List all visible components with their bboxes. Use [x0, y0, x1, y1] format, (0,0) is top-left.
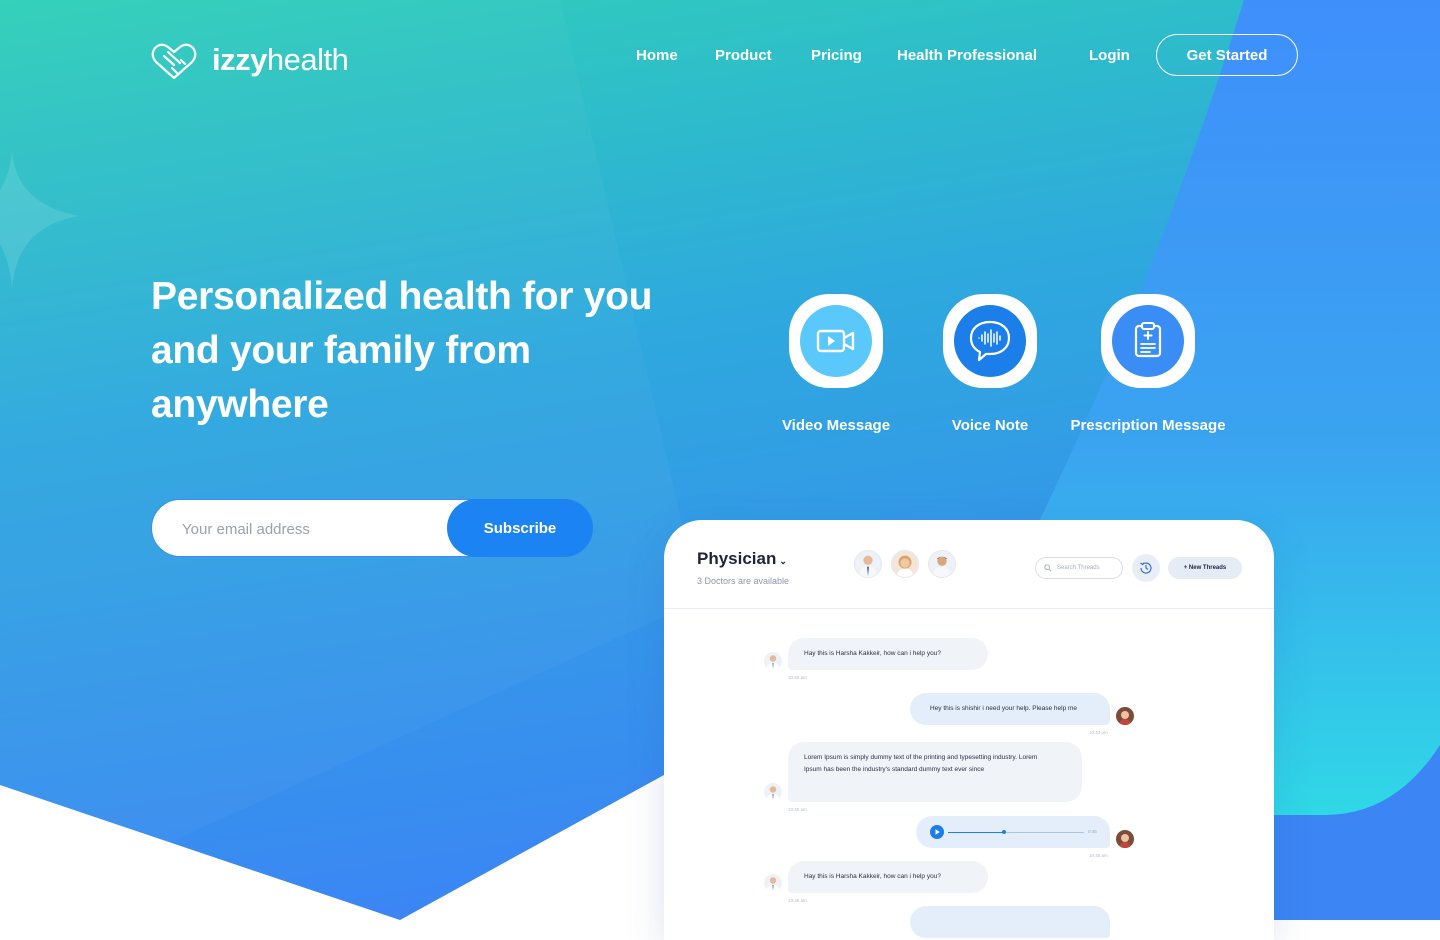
history-icon — [1140, 562, 1152, 574]
doctor-avatars — [854, 550, 956, 578]
doctor-avatar[interactable] — [854, 550, 882, 578]
chat-message-incoming: Lorem Ipsum is simply dummy text of the … — [788, 742, 1082, 802]
doctor-avatar — [764, 652, 782, 670]
search-threads-input[interactable]: Search Threads — [1035, 557, 1123, 579]
doctor-avatar — [764, 783, 782, 801]
get-started-button[interactable]: Get Started — [1156, 34, 1298, 76]
email-input[interactable] — [180, 514, 444, 544]
doctor-avatar[interactable] — [891, 550, 919, 578]
user-avatar — [1116, 707, 1134, 725]
chat-title[interactable]: Physician ⌄ — [697, 549, 787, 569]
message-text: Lorem Ipsum is simply dummy text of the … — [804, 754, 1038, 773]
chat-message-incoming: Hay this is Harsha Kakkeir, how can i he… — [788, 638, 988, 670]
subscribe-form: Subscribe — [151, 499, 593, 557]
nav-health-professional[interactable]: Health Professional — [897, 47, 1037, 64]
message-time: 10:43 pm — [1089, 730, 1108, 735]
video-camera-icon — [789, 294, 883, 388]
message-time: 10:45 am — [788, 898, 807, 903]
search-placeholder: Search Threads — [1057, 565, 1100, 571]
feature-voice-note[interactable]: Voice Note — [905, 288, 1075, 434]
chat-message-incoming: Hay this is Harsha Kakkeir, how can i he… — [788, 861, 988, 893]
search-icon — [1044, 564, 1052, 572]
nav-pricing[interactable]: Pricing — [811, 47, 862, 64]
chat-subtitle: 3 Doctors are available — [697, 576, 790, 586]
feature-prescription-message[interactable]: Prescription Message — [1063, 288, 1233, 434]
audio-progress-fill — [948, 831, 1004, 833]
message-text: Hay this is Harsha Kakkeir, how can i he… — [804, 873, 941, 880]
message-time: 10:45 am — [788, 807, 807, 812]
clipboard-icon — [1101, 294, 1195, 388]
audio-progress-handle[interactable] — [1002, 830, 1006, 834]
feature-video-message[interactable]: Video Message — [751, 288, 921, 434]
play-icon[interactable] — [930, 825, 944, 839]
nav-product[interactable]: Product — [715, 47, 772, 64]
nav-home[interactable]: Home — [636, 47, 678, 64]
voice-bubble-icon — [943, 294, 1037, 388]
top-nav: izzyhealth Home Product Pricing Health P… — [0, 34, 1440, 80]
audio-progress-track[interactable] — [948, 830, 1084, 834]
message-text: Hey this is shishir i need your help. Pl… — [930, 705, 1078, 712]
message-time: 10:45 am — [788, 675, 807, 680]
chat-voice-message: 0:45 — [916, 816, 1110, 848]
handshake-heart-icon — [151, 43, 197, 80]
feature-label: Prescription Message — [1070, 417, 1226, 434]
chat-message-outgoing: Hey this is shishir i need your help. Pl… — [910, 693, 1110, 725]
chat-header: Physician ⌄ 3 Doctors are available Searc… — [664, 520, 1274, 609]
subscribe-button[interactable]: Subscribe — [447, 499, 593, 557]
doctor-avatar — [764, 874, 782, 892]
hero-title: Personalized health for you and your fam… — [151, 275, 653, 426]
message-time: 10:45 am — [1089, 853, 1108, 858]
nav-login[interactable]: Login — [1089, 47, 1130, 64]
chevron-down-icon: ⌄ — [779, 556, 787, 566]
chat-preview-panel: Physician ⌄ 3 Doctors are available Searc… — [664, 520, 1274, 940]
feature-label: Voice Note — [951, 417, 1029, 434]
chat-message-outgoing — [910, 906, 1110, 938]
doctor-avatar[interactable] — [928, 550, 956, 578]
new-threads-button[interactable]: + New Threads — [1168, 557, 1242, 579]
message-text: Hay this is Harsha Kakkeir, how can i he… — [804, 650, 941, 657]
brand-name-light: health — [266, 42, 349, 77]
user-avatar — [1116, 830, 1134, 848]
feature-label: Video Message — [781, 417, 891, 434]
brand-name-bold: izzy — [212, 42, 267, 77]
brand-logo[interactable]: izzyhealth — [150, 40, 349, 80]
history-button[interactable] — [1132, 554, 1160, 582]
audio-duration: 0:45 — [1088, 829, 1097, 834]
